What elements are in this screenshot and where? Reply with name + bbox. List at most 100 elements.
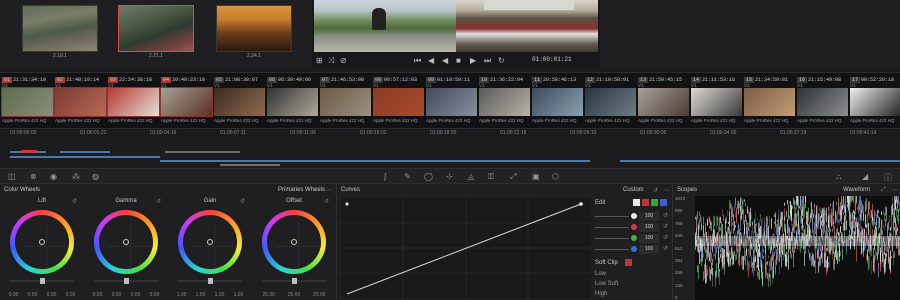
timeline-clip-thumbnail[interactable]: 15 21:34:59:01 V1 Apple ProRes 422 HQ xyxy=(744,77,796,125)
expand-icon[interactable]: ⤢ xyxy=(881,187,886,194)
reset-icon[interactable]: ↺ xyxy=(663,223,668,230)
timeline-clip[interactable] xyxy=(10,156,160,158)
wheel-value[interactable]: 1.00 xyxy=(196,292,206,298)
reset-icon[interactable]: ↺ xyxy=(240,198,245,205)
timeline-clip-thumbnail[interactable]: 05 21:08:39:07 V1 Apple ProRes 422 HQ xyxy=(214,77,266,125)
color-wheel[interactable] xyxy=(10,210,74,274)
gallery-still[interactable] xyxy=(22,5,98,52)
rgb-mixer-icon[interactable]: ⁂ xyxy=(72,172,80,181)
channel-intensity[interactable]: 100 xyxy=(639,223,659,232)
reset-icon[interactable]: ↺ xyxy=(653,187,658,194)
wheel-value[interactable]: 1.00 xyxy=(234,292,244,298)
color-wheel[interactable] xyxy=(94,210,158,274)
wheel-value[interactable]: 0.00 xyxy=(150,292,160,298)
step-back-icon[interactable]: ◀ xyxy=(428,56,434,65)
panel-menu-icon[interactable]: ⋯ xyxy=(664,187,670,194)
sizing-icon[interactable]: ⤢ xyxy=(510,172,516,182)
channel-slider[interactable] xyxy=(595,238,629,239)
wheel-value[interactable]: 0.00 xyxy=(9,292,19,298)
gallery-still[interactable] xyxy=(216,5,292,52)
timeline-clip-thumbnail[interactable]: 10 21:36:22:04 V1 Apple ProRes 422 HQ xyxy=(479,77,531,125)
timeline-ruler[interactable]: 01:00:00:00 01:00:01:21 01:00:04:16 01:00:0… xyxy=(0,129,900,137)
wheel-puck[interactable] xyxy=(39,239,45,245)
loop-icon[interactable]: ↻ xyxy=(498,56,505,65)
timeline-playhead-marker[interactable] xyxy=(22,150,37,153)
timeline-clip[interactable] xyxy=(250,160,390,162)
reset-icon[interactable]: ↺ xyxy=(663,245,668,252)
curves-icon[interactable]: ∫ xyxy=(384,172,386,181)
camera-raw-icon[interactable]: ◫ xyxy=(8,172,16,181)
stereo-icon[interactable]: ▣ xyxy=(532,172,540,181)
timeline-clip[interactable] xyxy=(390,160,590,162)
wheel-value[interactable]: 0.00 xyxy=(28,292,38,298)
timeline-clip-thumbnail[interactable]: 06 06:39:49:06 V1 Apple ProRes 422 HQ xyxy=(267,77,319,125)
timeline-clip-thumbnail[interactable]: 04 20:49:23:18 V1 Apple ProRes 422 HQ xyxy=(160,77,213,125)
play-icon[interactable]: ▶ xyxy=(470,56,476,65)
wheel-puck[interactable] xyxy=(207,239,213,245)
reset-icon[interactable]: ↺ xyxy=(72,198,77,205)
qualifier-icon[interactable]: ✎ xyxy=(404,172,411,181)
timeline-clip-thumbnail[interactable]: 16 21:15:49:08 V1 Apple ProRes 422 HQ xyxy=(797,77,849,125)
blur-icon[interactable]: ◬ xyxy=(468,172,474,181)
wheel-value[interactable]: 0.00 xyxy=(131,292,141,298)
gallery-still-selected[interactable] xyxy=(118,5,194,52)
stop-icon[interactable]: ■ xyxy=(456,56,461,65)
channel-r-button[interactable] xyxy=(642,199,649,206)
timeline-clip-thumbnail[interactable]: 02 21:40:10:14 V1 Apple ProRes 422 HQ xyxy=(54,77,107,125)
mini-timeline[interactable]: 01:00:00:00 01:00:01:21 01:00:04:16 01:00:0… xyxy=(0,128,900,168)
panel-menu-icon[interactable]: ⋯ xyxy=(891,187,897,194)
motion-effects-icon[interactable]: ◍ xyxy=(92,172,99,181)
channel-slider[interactable] xyxy=(595,216,629,217)
timeline-clip-thumbnail[interactable]: 13 21:59:45:15 V1 Apple ProRes 422 HQ xyxy=(638,77,690,125)
color-wheel[interactable] xyxy=(178,210,242,274)
soft-clip-red-swatch[interactable] xyxy=(625,259,632,266)
color-wheel[interactable] xyxy=(262,210,326,274)
timeline-clip-thumbnail[interactable]: 12 21:10:58:01 V1 Apple ProRes 422 HQ xyxy=(585,77,637,125)
step-forward-icon[interactable]: ⏭ xyxy=(484,56,491,66)
channel-slider[interactable] xyxy=(595,249,629,250)
master-wheel-handle[interactable] xyxy=(292,278,297,284)
reset-icon[interactable]: ↺ xyxy=(324,198,329,205)
scopes-icon[interactable]: ◢ xyxy=(862,172,868,181)
wheel-value[interactable]: 0.00 xyxy=(66,292,76,298)
wheel-puck[interactable] xyxy=(123,239,129,245)
panel-menu-icon[interactable]: ⋯ xyxy=(326,187,332,194)
window-icon[interactable]: ◯ xyxy=(424,172,433,181)
timeline-clip-thumbnail[interactable]: 09 01:10:59:11 V1 Apple ProRes 422 HQ xyxy=(426,77,478,125)
3d-icon[interactable]: ⬡ xyxy=(552,172,559,181)
timeline-clip-thumbnail[interactable]: 01 21:31:34:10 V1 Apple ProRes 422 HQ xyxy=(1,77,54,125)
key-icon[interactable]: ⚿ xyxy=(488,172,494,182)
timeline-clip-thumbnail[interactable]: 08 06:57:12:03 V1 Apple ProRes 422 HQ xyxy=(373,77,425,125)
viewer-image-current[interactable] xyxy=(456,0,598,52)
reset-icon[interactable]: ↺ xyxy=(156,198,161,205)
info-icon[interactable]: ⓘ xyxy=(884,172,892,183)
channel-b-button[interactable] xyxy=(660,199,667,206)
channel-slider[interactable] xyxy=(595,227,629,228)
timeline-clip-thumbnail[interactable]: 03 22:24:38:18 V1 Apple ProRes 422 HQ xyxy=(107,77,160,125)
wheel-value[interactable]: 25.00 xyxy=(313,292,326,298)
skip-to-start-icon[interactable]: ⏮ xyxy=(414,56,421,66)
wheel-value[interactable]: 1.00 xyxy=(215,292,225,298)
channel-intensity[interactable]: 100 xyxy=(639,212,659,221)
channel-y-button[interactable] xyxy=(633,199,640,206)
wheel-value[interactable]: 1.00 xyxy=(177,292,187,298)
color-match-icon[interactable]: ⊗ xyxy=(30,172,37,181)
master-wheel-handle[interactable] xyxy=(124,278,129,284)
timeline-clip[interactable] xyxy=(160,160,260,162)
timeline-clip[interactable] xyxy=(220,164,280,166)
timeline-clip-thumbnail[interactable]: 07 21:46:53:00 V1 Apple ProRes 422 HQ xyxy=(320,77,372,125)
channel-intensity[interactable]: 100 xyxy=(639,234,659,243)
wheel-value[interactable]: 25.00 xyxy=(262,292,275,298)
curves-mode-dropdown[interactable]: Custom xyxy=(623,187,644,193)
viewer-image-reference[interactable] xyxy=(314,0,456,52)
color-wheels-icon[interactable]: ◉ xyxy=(50,172,57,181)
keyframes-icon[interactable]: ⛬ xyxy=(836,172,842,182)
wheels-mode-dropdown[interactable]: Primaries Wheels xyxy=(278,187,325,193)
reset-icon[interactable]: ↺ xyxy=(663,212,668,219)
master-wheel-handle[interactable] xyxy=(40,278,45,284)
timeline-clip-thumbnail[interactable]: 14 21:11:53:18 V1 Apple ProRes 422 HQ xyxy=(691,77,743,125)
viewer-options-icon[interactable]: ⊞ xyxy=(316,56,323,65)
reset-icon[interactable]: ↺ xyxy=(663,234,668,241)
tracker-icon[interactable]: ⊹ xyxy=(446,172,453,181)
split-icon[interactable]: ⊘ xyxy=(340,56,347,65)
